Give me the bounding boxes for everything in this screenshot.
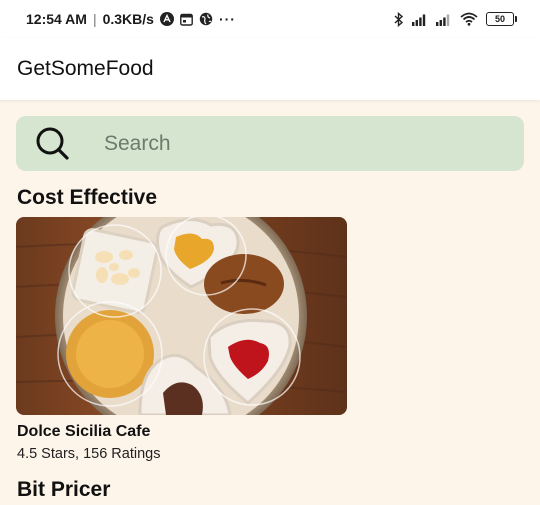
calendar-icon: [180, 13, 193, 26]
app-title: GetSomeFood: [17, 57, 154, 80]
signal-icon: [412, 13, 428, 26]
section-title-bit-pricer: Bit Pricer: [17, 478, 111, 501]
app-a-icon: [159, 12, 174, 26]
status-bar: 12:54 AM | 0.3KB/s ··· 50: [0, 0, 540, 38]
battery-icon: 50: [486, 12, 517, 26]
more-dots: ···: [218, 11, 236, 27]
status-separator: |: [92, 11, 97, 27]
section-title-cost-effective: Cost Effective: [17, 186, 158, 209]
restaurant-name[interactable]: Dolce Sicilia Cafe: [17, 423, 150, 441]
search-input[interactable]: [104, 128, 504, 160]
status-left: 12:54 AM | 0.3KB/s ···: [26, 11, 236, 27]
signal-icon: [436, 13, 452, 26]
globe-icon: [199, 12, 213, 26]
search-bar[interactable]: [16, 116, 524, 171]
search-icon[interactable]: [35, 126, 71, 167]
restaurant-rating: 4.5 Stars, 156 Ratings: [17, 446, 161, 462]
status-right: 50: [394, 11, 517, 27]
wifi-icon: [460, 12, 478, 26]
status-time: 12:54 AM: [26, 11, 87, 27]
cookies-photo: [16, 217, 347, 415]
network-speed: 0.3KB/s: [102, 11, 154, 27]
bluetooth-icon: [394, 11, 404, 27]
restaurant-card-image[interactable]: [16, 217, 347, 415]
app-bar: GetSomeFood: [0, 38, 540, 100]
